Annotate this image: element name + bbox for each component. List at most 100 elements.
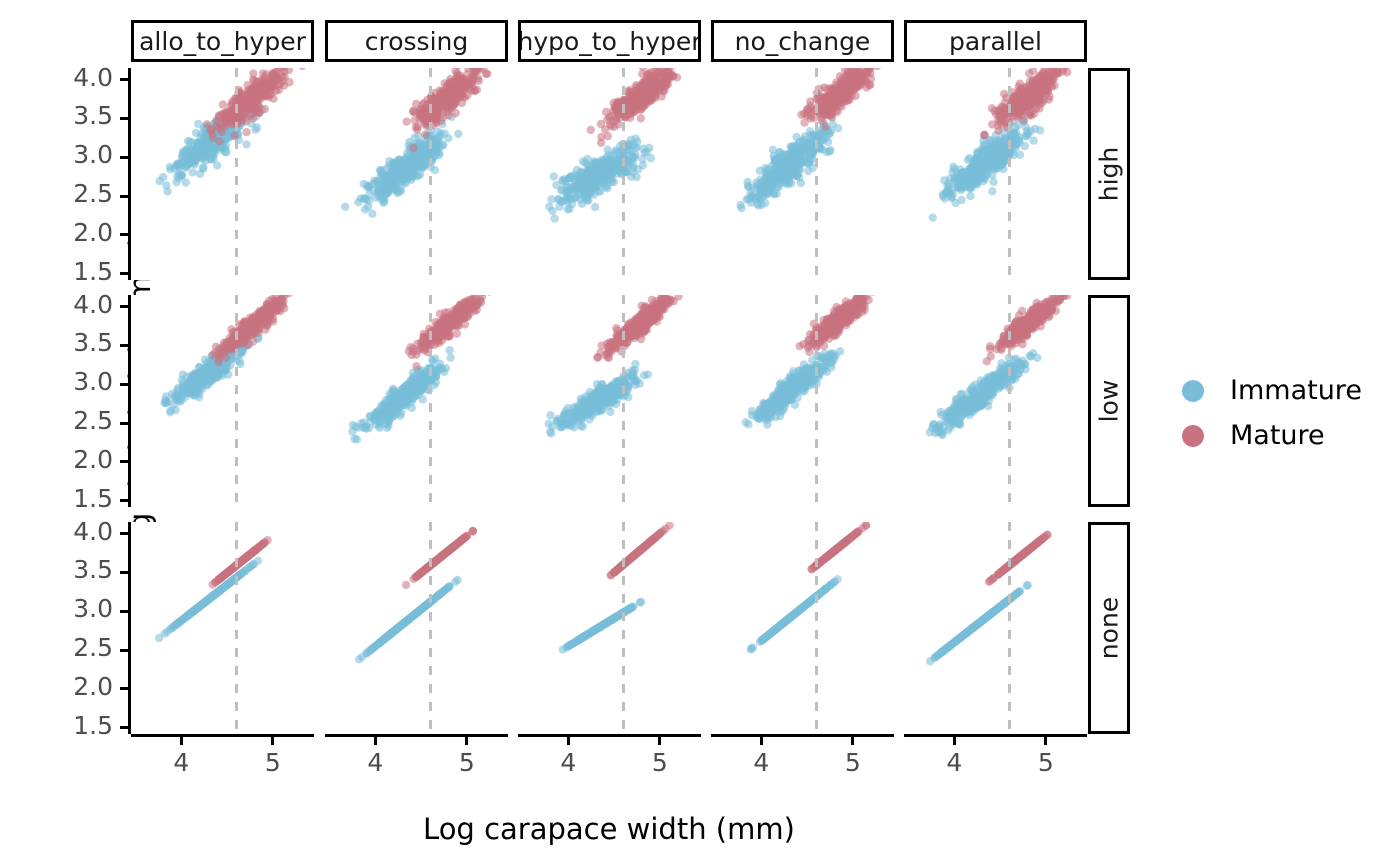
reference-vline: [429, 68, 433, 280]
y-tick-label-low-4: 4.0: [73, 289, 113, 319]
points-mature: [984, 530, 1052, 587]
y-tick-none-2: [120, 687, 128, 691]
y-tick-high-2.5: [120, 194, 128, 198]
scatter-layer: [925, 530, 1052, 666]
points-immature: [154, 556, 263, 643]
column-strip-label: hypo_to_hyper: [518, 26, 701, 56]
x-axis-line-crossing: [325, 734, 508, 737]
panel-no_change-none: [711, 522, 894, 734]
legend-item-immature[interactable]: Immature: [1182, 368, 1362, 413]
scatter-layer: [746, 522, 871, 654]
y-tick-label-high-2.5: 2.5: [73, 179, 113, 209]
reference-vline: [235, 68, 239, 280]
panel-parallel-low: [904, 295, 1087, 507]
column-strip-allo_to_hyper: allo_to_hyper: [131, 20, 314, 62]
y-tick-high-1.5: [120, 272, 128, 276]
x-tick-crossing-5: [465, 737, 469, 745]
reference-vline: [235, 295, 239, 507]
points-immature: [340, 112, 463, 218]
points-mature: [208, 295, 293, 367]
y-tick-none-4: [120, 532, 128, 536]
y-tick-label-none-2.5: 2.5: [73, 633, 113, 663]
y-tick-label-high-4: 4.0: [73, 62, 113, 92]
panel-no_change-high: [711, 68, 894, 280]
y-tick-label-low-2.5: 2.5: [73, 406, 113, 436]
panel-parallel-high: [904, 68, 1087, 280]
x-tick-no_change-5: [851, 737, 855, 745]
scatter-layer: [925, 295, 1072, 440]
panel-crossing-low: [325, 295, 508, 507]
panel-allo_to_hyper-high: [131, 68, 314, 280]
points-immature: [348, 346, 455, 444]
panel-crossing-none: [325, 522, 508, 734]
points-mature: [593, 295, 683, 363]
points-immature: [354, 575, 462, 664]
y-tick-none-3.5: [120, 570, 128, 574]
x-tick-parallel-5: [1044, 737, 1048, 745]
x-tick-label-hypo_to_hyper-5: 5: [651, 748, 668, 777]
y-tick-label-high-1.5: 1.5: [73, 256, 113, 286]
column-strip-label: no_change: [734, 26, 871, 56]
y-tick-low-2.5: [120, 421, 128, 425]
y-tick-label-low-1.5: 1.5: [73, 483, 113, 513]
y-tick-low-3.5: [120, 343, 128, 347]
y-tick-label-high-2: 2.0: [73, 217, 113, 247]
panel-allo_to_hyper-low: [131, 295, 314, 507]
x-tick-hypo_to_hyper-5: [658, 737, 662, 745]
x-tick-label-allo_to_hyper-5: 5: [264, 748, 281, 777]
points-immature: [545, 134, 656, 223]
legend-key-dot-icon: [1182, 379, 1204, 402]
column-strip-label: allo_to_hyper: [139, 26, 306, 56]
y-tick-low-4: [120, 305, 128, 309]
points-immature: [925, 580, 1032, 666]
row-strip-none: none: [1088, 522, 1130, 734]
y-tick-label-low-3.5: 3.5: [73, 328, 113, 358]
column-strip-parallel: parallel: [904, 20, 1087, 62]
y-tick-high-2: [120, 233, 128, 237]
panel-hypo_to_hyper-low: [518, 295, 701, 507]
legend-item-mature[interactable]: Mature: [1182, 413, 1362, 458]
points-immature: [558, 597, 646, 654]
row-strip-label: none: [1094, 596, 1124, 660]
x-tick-label-parallel-5: 5: [1037, 748, 1054, 777]
legend-key-dot-icon: [1182, 424, 1204, 447]
y-tick-label-none-3: 3.0: [73, 594, 113, 624]
reference-vline: [815, 295, 819, 507]
points-mature: [795, 295, 875, 357]
column-strip-label: parallel: [948, 26, 1042, 56]
scatter-layer: [348, 295, 492, 444]
y-tick-label-none-4: 4.0: [73, 516, 113, 546]
points-mature: [797, 68, 881, 131]
reference-vline: [815, 522, 819, 734]
panel-hypo_to_hyper-none: [518, 522, 701, 734]
y-axis-line-none: [128, 522, 131, 734]
reference-vline: [235, 522, 239, 734]
x-axis-line-hypo_to_hyper: [518, 734, 701, 737]
y-tick-high-4: [120, 78, 128, 82]
scatter-layer: [741, 295, 875, 429]
x-tick-allo_to_hyper-5: [271, 737, 275, 745]
scatter-layer: [155, 68, 306, 196]
scatter-layer: [154, 536, 272, 643]
x-axis-line-no_change: [711, 734, 894, 737]
scatter-layer: [736, 68, 881, 213]
column-strip-hypo_to_hyper: hypo_to_hyper: [518, 20, 701, 62]
x-tick-parallel-4: [952, 737, 956, 745]
y-tick-label-high-3: 3.0: [73, 140, 113, 170]
y-tick-none-1.5: [120, 726, 128, 730]
points-immature: [746, 575, 842, 654]
x-tick-label-no_change-5: 5: [844, 748, 861, 777]
x-tick-no_change-4: [759, 737, 763, 745]
scatter-layer: [340, 68, 492, 218]
x-tick-label-allo_to_hyper-4: 4: [173, 748, 190, 777]
reference-vline: [815, 68, 819, 280]
scatter-layer: [354, 526, 478, 664]
reference-vline: [622, 295, 626, 507]
y-tick-label-high-3.5: 3.5: [73, 101, 113, 131]
row-strip-low: low: [1088, 295, 1130, 507]
y-tick-low-2: [120, 460, 128, 464]
y-axis-line-high: [128, 68, 131, 280]
y-tick-label-low-2: 2.0: [73, 444, 113, 474]
y-axis-line-low: [128, 295, 131, 507]
panel-hypo_to_hyper-high: [518, 68, 701, 280]
